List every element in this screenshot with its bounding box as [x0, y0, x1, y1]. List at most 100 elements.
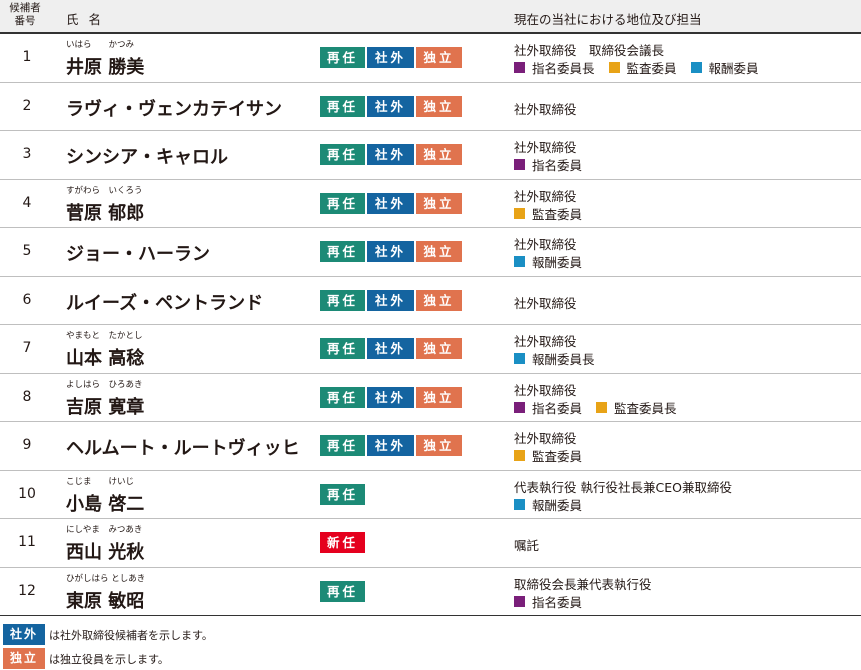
committee-list: 報酬委員長 — [514, 349, 609, 368]
candidate-number: 2 — [22, 97, 32, 114]
candidate-number: 10 — [18, 485, 36, 502]
name-furigana: いはら かつみ — [66, 40, 135, 50]
candidate-number: 12 — [18, 582, 36, 599]
candidate-position: 社外取締役 — [514, 431, 577, 446]
reappointment-badge: 再任 — [320, 338, 365, 359]
candidate-badges: 再任 社外 独立 — [320, 289, 462, 311]
outside-badge: 社外 — [367, 192, 414, 214]
committee-square-icon — [514, 256, 525, 267]
committee-list: 指名委員 — [514, 155, 596, 174]
candidate-name: ラヴィ・ヴェンカテイサン — [66, 98, 282, 120]
candidate-position: 社外取締役 取締役会議長 — [514, 43, 665, 58]
candidate-name: 山本 高稔 — [66, 348, 145, 369]
candidate-badges: 再任 社外 独立 — [320, 338, 462, 359]
committee-square-icon — [514, 159, 525, 170]
name-furigana: ひがしはら としあき — [66, 573, 146, 584]
reappointment-badge: 再任 — [320, 483, 365, 505]
committee-item: 監査委員 — [608, 58, 677, 77]
candidate-name: ヘルムート・ルートヴィッヒ — [66, 438, 300, 459]
reappointment-badge: 再任 — [320, 435, 365, 456]
committee-item: 監査委員 — [514, 446, 582, 465]
candidate-badges: 再任 社外 独立 — [320, 241, 462, 262]
candidate-badges: 再任 社外 独立 — [320, 47, 462, 68]
committee-square-icon — [690, 62, 702, 73]
reappointment-badge: 再任 — [320, 95, 365, 117]
candidate-number: 6 — [22, 291, 32, 308]
committee-item: 報酬委員 — [514, 495, 582, 514]
committee-list: 指名委員長 監査委員 報酬委員 — [514, 58, 773, 77]
candidate-name: 東原 敏昭 — [66, 590, 145, 612]
candidate-position: 社外取締役 — [514, 140, 577, 155]
committee-square-icon — [514, 595, 525, 607]
committee-list: 指名委員 監査委員長 — [514, 398, 691, 417]
outside-badge: 社外 — [367, 386, 414, 408]
committee-list: 監査委員 — [514, 204, 596, 223]
outside-badge: 社外 — [367, 289, 414, 311]
header-num-line2: 番号 — [14, 15, 36, 27]
candidate-position: 社外取締役 — [514, 334, 577, 349]
independent-badge: 独立 — [416, 192, 462, 214]
committee-label: 監査委員 — [532, 449, 583, 464]
table-row: 4 すがわら いくろう 菅原 郁郎 再任 社外 独立 社外取締役 監査委員 — [0, 180, 861, 228]
independent-badge: 独立 — [3, 648, 45, 669]
committee-item: 監査委員長 — [596, 398, 677, 417]
committee-square-icon — [596, 401, 608, 413]
candidate-name: ジョー・ハーラン — [66, 244, 210, 265]
committee-label: 報酬委員 — [532, 255, 583, 270]
candidate-number: 3 — [22, 146, 32, 162]
table-row: 6 ルイーズ・ペントランド 再任 社外 独立 社外取締役 — [0, 277, 861, 325]
candidate-position: 社外取締役 — [514, 188, 577, 204]
candidate-badges: 再任 社外 独立 — [320, 192, 462, 214]
candidate-badges: 再任 社外 独立 — [320, 435, 462, 456]
outside-badge: 社外 — [367, 95, 414, 117]
candidate-number: 5 — [22, 243, 32, 259]
candidate-position: 社外取締役 — [514, 237, 577, 252]
reappointment-badge: 再任 — [320, 192, 365, 214]
reappointment-badge: 再任 — [320, 47, 365, 68]
committee-label: 監査委員 — [626, 61, 677, 76]
independent-badge: 独立 — [416, 435, 462, 456]
table-header: 候補者 番号 氏 名 現在の当社における地位及び担当 — [0, 0, 861, 32]
name-furigana: にしやま みつあき — [66, 525, 143, 535]
reappointment-badge: 再任 — [320, 580, 365, 602]
candidate-number: 1 — [22, 49, 32, 65]
committee-list: 報酬委員 — [514, 495, 596, 514]
committee-label: 指名委員 — [532, 158, 583, 173]
candidate-number: 4 — [22, 194, 32, 211]
committee-item: 指名委員 — [514, 155, 582, 174]
committee-list: 報酬委員 — [514, 252, 596, 271]
independent-badge: 独立 — [416, 95, 462, 117]
candidate-name: 菅原 郁郎 — [66, 202, 145, 224]
committee-square-icon — [514, 498, 525, 510]
candidate-name: 吉原 寛章 — [66, 396, 145, 418]
committee-label: 報酬委員 — [708, 61, 759, 76]
candidate-position: 取締役会長兼代表執行役 — [514, 576, 652, 592]
reappointment-badge: 再任 — [320, 289, 365, 311]
committee-item: 指名委員 — [514, 398, 582, 417]
committee-label: 指名委員 — [532, 594, 583, 610]
committee-item: 指名委員長 — [514, 58, 595, 77]
candidate-name: シンシア・キャロル — [66, 147, 228, 168]
committee-item: 報酬委員 — [690, 58, 759, 77]
table-row: 2 ラヴィ・ヴェンカテイサン 再任 社外 独立 社外取締役 — [0, 83, 861, 131]
candidate-number: 7 — [22, 340, 32, 356]
committee-label: 監査委員長 — [614, 400, 677, 416]
reappointment-badge: 再任 — [320, 241, 365, 262]
committee-item: 報酬委員長 — [514, 349, 595, 368]
candidate-position: 嘱託 — [514, 538, 540, 553]
committee-square-icon — [608, 62, 620, 73]
candidate-badges: 再任 — [320, 580, 365, 602]
candidate-badges: 再任 — [320, 483, 365, 505]
independent-badge: 独立 — [416, 47, 462, 68]
table-row: 1 いはら かつみ 井原 勝美 再任 社外 独立 社外取締役 取締役会議長 指名委員長 監査委員… — [0, 34, 861, 83]
candidate-name: 小島 啓二 — [66, 493, 145, 515]
header-num-line1: 候補者 — [9, 2, 41, 14]
header-position: 現在の当社における地位及び担当 — [514, 12, 702, 27]
reappointment-badge: 再任 — [320, 144, 365, 165]
outside-badge: 社外 — [367, 144, 414, 165]
legend-outside: 社外 は社外取締役候補者を示します。 — [3, 624, 213, 645]
name-furigana: やまもと たかとし — [66, 331, 143, 341]
committee-label: 報酬委員長 — [532, 352, 595, 367]
committee-item: 監査委員 — [514, 204, 582, 223]
table-row: 12 ひがしはら としあき東原 敏昭 再任 取締役会長兼代表執行役指名委員 — [0, 568, 861, 616]
